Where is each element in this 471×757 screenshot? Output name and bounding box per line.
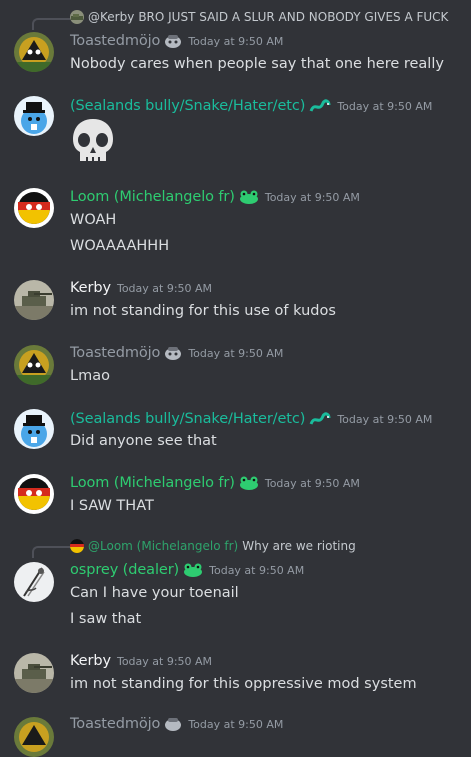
message-header: Loom (Michelangelo fr) Today at 9:50 AM [70, 475, 360, 491]
avatar[interactable] [14, 474, 54, 514]
reply-avatar [70, 539, 84, 553]
message-header: Toastedmöjo Today at 9:50 AM [70, 345, 283, 361]
message-text: Can I have your toenail [70, 585, 239, 601]
avatar[interactable] [14, 188, 54, 228]
reply-author[interactable]: @Loom (Michelangelo fr) [88, 539, 238, 553]
role-icon [164, 716, 182, 732]
reply-preview[interactable]: @Kerby BRO JUST SAID A SLUR AND NOBODY G… [70, 10, 448, 24]
frog-role-icon [239, 189, 259, 205]
timestamp[interactable]: Today at 9:50 AM [337, 413, 432, 426]
avatar[interactable] [14, 409, 54, 449]
timestamp[interactable]: Today at 9:50 AM [209, 564, 304, 577]
timestamp[interactable]: Today at 9:50 AM [117, 655, 212, 668]
message-header: Kerby Today at 9:50 AM [70, 280, 212, 296]
message-text: I saw that [70, 611, 142, 627]
message-header: Kerby Today at 9:50 AM [70, 653, 212, 669]
username[interactable]: Loom (Michelangelo fr) [70, 189, 235, 205]
message-text: I SAW THAT [70, 498, 154, 514]
timestamp[interactable]: Today at 9:50 AM [188, 35, 283, 48]
timestamp[interactable]: Today at 9:50 AM [188, 718, 283, 731]
reply-text: Why are we rioting [242, 539, 356, 553]
message-header: osprey (dealer) Today at 9:50 AM [70, 562, 304, 578]
message-text: Nobody cares when people say that one he… [70, 56, 444, 72]
snake-role-icon [309, 410, 331, 428]
message-header: (Sealands bully/Snake/Hater/etc) Today a… [70, 97, 432, 115]
message-text: Lmao [70, 368, 110, 384]
frog-role-icon [239, 475, 259, 491]
avatar[interactable] [14, 562, 54, 602]
message-text: im not standing for this use of kudos [70, 303, 336, 319]
avatar[interactable] [14, 96, 54, 136]
reply-spine [32, 18, 70, 30]
username[interactable]: Loom (Michelangelo fr) [70, 475, 235, 491]
username[interactable]: Toastedmöjo [70, 33, 160, 49]
reply-author[interactable]: @Kerby [88, 10, 134, 24]
timestamp[interactable]: Today at 9:50 AM [117, 282, 212, 295]
username[interactable]: (Sealands bully/Snake/Hater/etc) [70, 98, 305, 114]
role-icon [164, 345, 182, 361]
avatar[interactable] [14, 717, 54, 757]
message-header: (Sealands bully/Snake/Hater/etc) Today a… [70, 410, 432, 428]
message-text: WOAH [70, 212, 117, 228]
reply-text: BRO JUST SAID A SLUR AND NOBODY GIVES A … [138, 10, 449, 24]
avatar[interactable] [14, 32, 54, 72]
timestamp[interactable]: Today at 9:50 AM [265, 477, 360, 490]
message-header: Toastedmöjo Today at 9:50 AM [70, 716, 283, 732]
username[interactable]: Toastedmöjo [70, 345, 160, 361]
reply-spine [32, 546, 70, 558]
timestamp[interactable]: Today at 9:50 AM [188, 347, 283, 360]
message-text: Did anyone see that [70, 433, 217, 449]
username[interactable]: Kerby [70, 653, 111, 669]
reply-avatar [70, 10, 84, 24]
snake-role-icon [309, 97, 331, 115]
message-text: im not standing for this oppressive mod … [70, 676, 417, 692]
reply-preview[interactable]: @Loom (Michelangelo fr) Why are we rioti… [70, 539, 356, 553]
message-text: WOAAAAHHH [70, 238, 170, 254]
timestamp[interactable]: Today at 9:50 AM [265, 191, 360, 204]
avatar[interactable] [14, 280, 54, 320]
timestamp[interactable]: Today at 9:50 AM [337, 100, 432, 113]
role-icon [164, 33, 182, 49]
username[interactable]: osprey (dealer) [70, 562, 179, 578]
username[interactable]: Kerby [70, 280, 111, 296]
username[interactable]: Toastedmöjo [70, 716, 160, 732]
avatar[interactable] [14, 345, 54, 385]
message-header: Loom (Michelangelo fr) Today at 9:50 AM [70, 189, 360, 205]
username[interactable]: (Sealands bully/Snake/Hater/etc) [70, 411, 305, 427]
message-header: Toastedmöjo Today at 9:50 AM [70, 33, 283, 49]
avatar[interactable] [14, 653, 54, 693]
skull-icon [70, 117, 116, 169]
frog-role-icon [183, 562, 203, 578]
